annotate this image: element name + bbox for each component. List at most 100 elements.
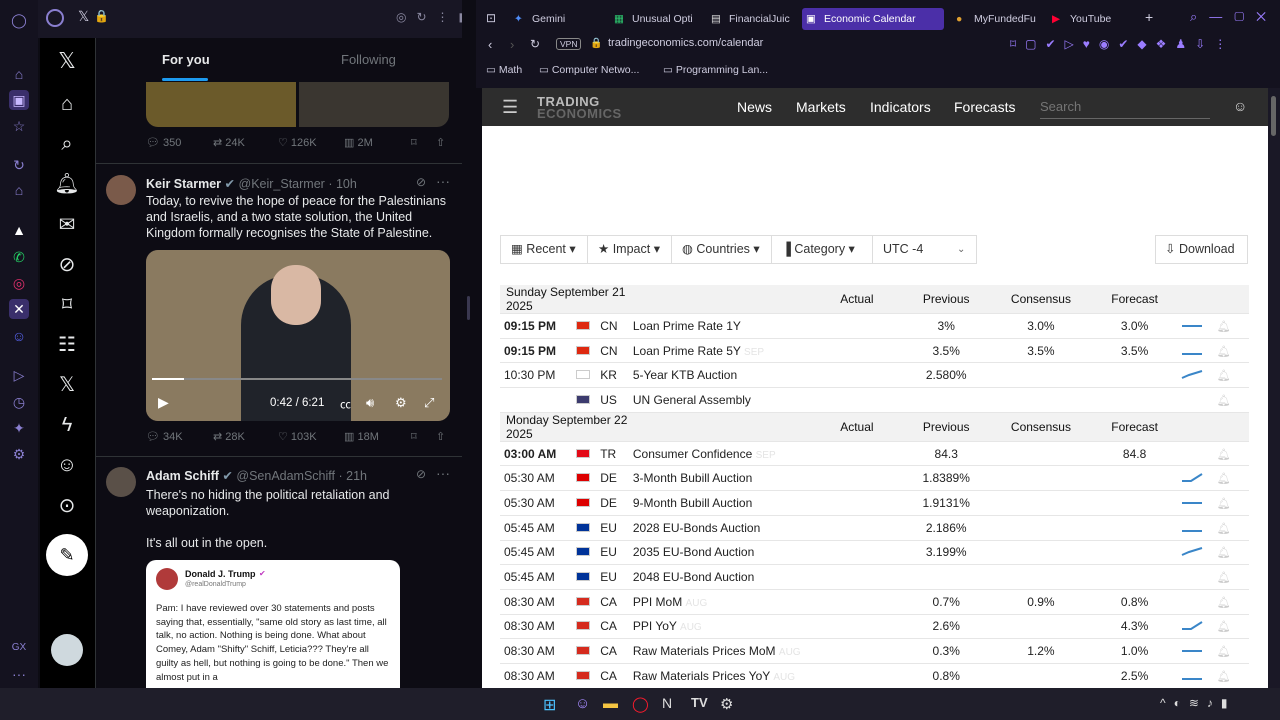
calendar-row[interactable]: 05:30 AM DE 9-Month Bubill Auction 1.9131%… (500, 490, 1249, 516)
event-cell[interactable]: 2028 EU-Bonds Auction (632, 515, 816, 541)
sparkline-icon[interactable] (1181, 448, 1203, 458)
sparkline-icon[interactable] (1181, 645, 1203, 655)
file-explorer-icon[interactable]: ▬ (603, 695, 618, 712)
event-name[interactable]: 2048 EU-Bond Auction (633, 570, 754, 584)
nav-news[interactable]: News (737, 99, 772, 115)
new-tab-button[interactable]: + (1145, 9, 1153, 25)
bell-icon[interactable]: 🔔︎ (1217, 321, 1231, 333)
messages-icon[interactable]: ✉ (54, 212, 80, 238)
sparkline-icon[interactable] (1181, 369, 1203, 380)
bell-icon[interactable]: 🔔︎ (1217, 395, 1231, 407)
scrollbar[interactable] (1268, 88, 1280, 688)
avatar[interactable] (106, 175, 136, 205)
repost-button[interactable]: ⇄ 28K (213, 430, 245, 443)
event-cell[interactable]: Loan Prime Rate 5Y SEP (632, 338, 816, 364)
window-controls[interactable]: ⌕—▢✕ (1190, 9, 1278, 25)
opera-logo-icon[interactable]: ◯ (9, 10, 29, 30)
bookmark-icon[interactable]: ⌑ (411, 430, 417, 443)
steam-icon[interactable]: ⚙ (720, 695, 733, 713)
country-code[interactable]: KR (600, 362, 633, 389)
country-code[interactable]: DE (600, 465, 633, 492)
calendar-row[interactable]: 05:45 AM EU 2048 EU-Bond Auction 🔔︎ (500, 564, 1249, 590)
settings-icon[interactable]: ⚙ (395, 395, 407, 411)
country-code[interactable]: CN (600, 313, 633, 339)
whatsapp-icon[interactable]: ✆ (9, 247, 29, 267)
event-name[interactable]: Raw Materials Prices MoM (633, 644, 776, 658)
event-name[interactable]: 5-Year KTB Auction (633, 368, 737, 382)
browser-tab[interactable]: ▤ FinancialJuic (707, 8, 791, 30)
nav-forecasts[interactable]: Forecasts (954, 99, 1015, 115)
browser-tab[interactable]: ▶ YouTube (1048, 8, 1128, 30)
event-cell[interactable]: 3-Month Bubill Auction (632, 465, 816, 492)
bookmark-math[interactable]: ▭ Math (486, 64, 522, 76)
tab-for-you[interactable]: For you (162, 52, 210, 67)
settings-icon[interactable]: ⚙ (9, 444, 29, 464)
event-cell[interactable]: PPI YoY AUG (632, 614, 816, 640)
repost-button[interactable]: ⇄ 24K (213, 136, 245, 149)
video-player[interactable]: ▶ 0:42 / 6:21 ㏄ 🔊︎ ⚙ ⤢ (146, 250, 450, 421)
browser-tab[interactable]: ● MyFundedFu (952, 8, 1040, 30)
browser-tab[interactable]: ▦ Unusual Opti (610, 8, 694, 30)
share-icon[interactable]: ⇧ (436, 430, 445, 443)
calendar-row[interactable]: 08:30 AM CA PPI MoM AUG 0.7% 0.9% 0.8% 🔔︎ (500, 589, 1249, 615)
post-media[interactable] (299, 82, 449, 127)
x-icon[interactable]: ✕ (9, 299, 29, 319)
extensions-icon[interactable]: ✦ (9, 418, 29, 438)
bell-icon[interactable]: 🔔︎ (1217, 498, 1231, 510)
bell-icon[interactable]: 🔔︎ (1217, 370, 1231, 382)
event-cell[interactable]: Raw Materials Prices MoM AUG (632, 638, 816, 664)
reload-button[interactable]: ↻ (530, 37, 540, 51)
calendar-row[interactable]: 05:45 AM EU 2028 EU-Bonds Auction 2.186% 🔔… (500, 515, 1249, 541)
bell-icon[interactable]: 🔔︎ (1217, 621, 1231, 633)
author-handle[interactable]: @Keir_Starmer (239, 177, 325, 191)
compose-post-button[interactable]: ✎ (46, 534, 88, 576)
country-code[interactable]: EU (600, 564, 633, 590)
tab-following[interactable]: Following (341, 52, 396, 67)
grok-icon[interactable]: ⊘ (416, 467, 426, 481)
start-icon[interactable]: ⊞ (543, 695, 556, 715)
event-name[interactable]: PPI YoY (633, 619, 677, 633)
country-code[interactable]: US (600, 387, 633, 413)
premium-icon[interactable]: 𝕏 (54, 372, 80, 398)
bell-icon[interactable]: 🔔︎ (1217, 597, 1231, 609)
sparkline-icon[interactable] (1181, 497, 1203, 507)
fullscreen-icon[interactable]: ⤢ (424, 395, 434, 411)
event-cell[interactable]: 2035 EU-Bond Auction (632, 540, 816, 566)
views-button[interactable]: ▥ 2M (344, 136, 373, 149)
filter-category[interactable]: ▐ Category ▾ (771, 235, 873, 264)
bell-icon[interactable]: 🔔︎ (1217, 572, 1231, 584)
bookmark-icon[interactable]: ⌑ (411, 136, 417, 149)
system-tray[interactable]: ^◐≋♪▮ (1160, 696, 1236, 710)
more-icon[interactable]: ··· (436, 465, 450, 481)
sparkline-icon[interactable] (1181, 394, 1203, 404)
communities-icon[interactable]: ☷ (54, 332, 80, 358)
event-name[interactable]: PPI MoM (633, 595, 682, 609)
instagram-icon[interactable]: ◎ (9, 273, 29, 293)
x-logo-icon[interactable]: 𝕏 (54, 48, 80, 74)
country-code[interactable]: TR (600, 441, 633, 467)
event-name[interactable]: Raw Materials Prices YoY (633, 669, 770, 683)
more-icon[interactable]: ⊙ (54, 493, 80, 519)
filter-countries[interactable]: ◍ Countries ▾ (671, 235, 772, 264)
calendar-row[interactable]: 08:30 AM CA Raw Materials Prices YoY AUG 0.… (500, 663, 1249, 689)
event-cell[interactable]: UN General Assembly (632, 387, 816, 413)
discord-icon[interactable]: ☺ (9, 326, 29, 346)
event-name[interactable]: 2028 EU-Bonds Auction (633, 521, 760, 535)
back-button[interactable]: ‹ (488, 37, 492, 52)
refresh-icon[interactable]: ↻ (9, 155, 29, 175)
country-code[interactable]: CA (600, 614, 633, 640)
bell-icon[interactable]: 🔔︎ (1217, 449, 1231, 461)
captions-icon[interactable]: ㏄ (340, 396, 351, 412)
user-icon[interactable]: ☺ (1233, 98, 1247, 114)
event-name[interactable]: Loan Prime Rate 1Y (633, 319, 741, 333)
event-cell[interactable]: 5-Year KTB Auction (632, 362, 816, 389)
search-icon[interactable]: ⌕ (54, 131, 80, 157)
notion-icon[interactable]: N (662, 695, 672, 711)
gx-icon[interactable]: GX (9, 638, 29, 658)
history-icon[interactable]: ◷ (9, 392, 29, 412)
like-button[interactable]: ♡ 126K (278, 136, 317, 149)
calendar-row[interactable]: 09:15 PM CN Loan Prime Rate 1Y 3% 3.0% 3.0% … (500, 313, 1249, 339)
sparkline-icon[interactable] (1181, 571, 1203, 581)
bell-icon[interactable]: 🔔︎ (1217, 346, 1231, 358)
calendar-row[interactable]: 09:15 PM CN Loan Prime Rate 5Y SEP 3.5% 3.5%… (500, 338, 1249, 364)
